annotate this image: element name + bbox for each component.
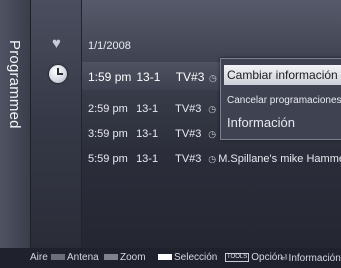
schedule-station: TV#3 — [175, 103, 202, 115]
clock-small-icon: ◷ — [209, 73, 217, 83]
footer-zoom-label: Zoom — [120, 252, 146, 263]
return-icon: ⏎ — [280, 253, 288, 263]
schedule-time: 2:59 pm — [88, 103, 128, 115]
schedule-row[interactable]: 5:59 pm 13-1 TV#3 ◷ M.Spillane's mike Ham… — [88, 153, 341, 165]
footer-seleccion-key[interactable]: Selección — [158, 252, 217, 264]
footer-info-label: Información — [288, 253, 341, 264]
date-label: 1/1/2008 — [88, 40, 131, 52]
schedule-title: M.Spillane's mike Hammer — [218, 153, 341, 165]
footer-help-bar: Aire Antena Zoom Selección TOOLS Opción ⏎… — [0, 248, 341, 268]
schedule-station: TV#3 — [175, 128, 202, 140]
footer-antena-key[interactable]: Antena — [51, 252, 99, 264]
schedule-row[interactable]: 3:59 pm 13-1 TV#3 ◷ — [88, 128, 218, 140]
footer-seleccion-label: Selección — [174, 252, 218, 263]
menu-item-cancel-schedules[interactable]: Cancelar programaciones — [227, 95, 341, 106]
schedule-station: TV#3 — [175, 70, 205, 84]
gray-key-icon — [51, 254, 65, 261]
schedule-row[interactable]: 2:59 pm 13-1 TV#3 ◷ — [88, 103, 218, 115]
gray-key-icon — [104, 254, 118, 261]
footer-opcion-label: Opción — [251, 252, 283, 263]
clock-small-icon: ◷ — [208, 104, 217, 114]
schedule-time: 5:59 pm — [88, 153, 128, 165]
footer-antena-label: Antena — [67, 252, 99, 263]
footer-zoom-key[interactable]: Zoom — [104, 252, 146, 264]
schedule-time: 1:59 pm — [88, 70, 132, 84]
schedule-time: 3:59 pm — [88, 128, 128, 140]
clock-small-icon: ◷ — [208, 129, 217, 139]
schedule-channel: 13-1 — [136, 70, 161, 84]
options-popup-menu: Cambiar información Cancelar programacio… — [220, 58, 341, 140]
side-title-label: Programmed — [6, 40, 23, 129]
white-key-icon — [158, 254, 172, 261]
heart-icon: ♥ — [52, 35, 61, 52]
schedule-channel: 13-1 — [136, 153, 159, 165]
schedule-row[interactable]: 1:59 pm 13-1 TV#3 ◷ — [88, 70, 219, 84]
footer-info-key[interactable]: ⏎Información — [280, 252, 341, 265]
clock-small-icon: ◷ — [208, 154, 217, 164]
clock-icon — [49, 65, 67, 83]
schedule-station: TV#3 — [175, 153, 202, 165]
side-title-bar: Programmed — [0, 0, 31, 248]
footer-aire: Aire — [30, 252, 48, 263]
schedule-channel: 13-1 — [136, 128, 159, 140]
footer-tools-key[interactable]: TOOLS Opción — [225, 252, 283, 264]
tools-badge-icon: TOOLS — [225, 252, 250, 262]
schedule-channel: 13-1 — [136, 103, 159, 115]
menu-item-information[interactable]: Información — [227, 115, 295, 130]
menu-item-change-info[interactable]: Cambiar información — [224, 65, 341, 85]
